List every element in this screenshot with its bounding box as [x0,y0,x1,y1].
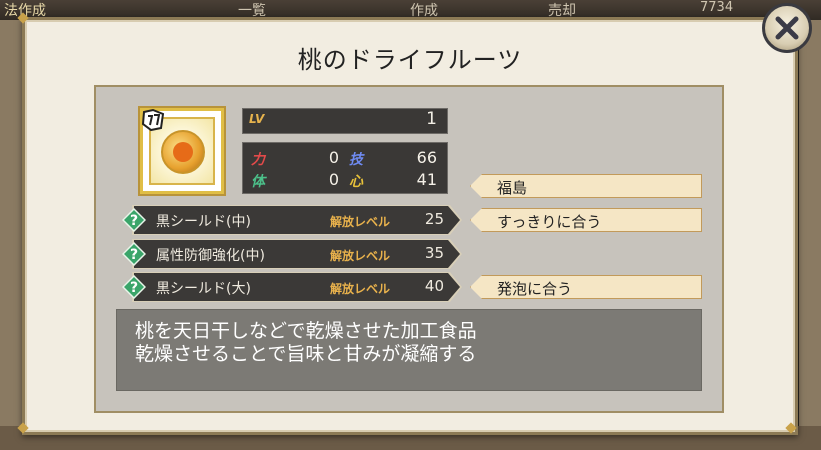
rank-badge-icon [141,108,165,132]
tag-label: すっきりに合う [497,213,602,231]
power-label: 力 [251,152,265,168]
heart-label: 心 [349,174,363,190]
heart-value: 41 [416,170,437,189]
skill-question-icon: ? [122,275,146,299]
skill-row[interactable]: ? 属性防御強化(中) 解放レベル 35 [118,240,462,268]
skill-row[interactable]: ? 黒シールド(中) 解放レベル 25 [118,206,462,234]
skill-name: 黒シールド(中) [156,214,251,230]
svg-text:?: ? [130,280,138,296]
tech-label: 技 [349,152,363,168]
power-value: 0 [328,148,339,167]
tag-pairing: すっきりに合う [470,208,702,232]
tag-label: 福島 [497,179,528,197]
body-value: 0 [328,170,339,189]
svg-text:?: ? [130,247,138,263]
skill-row[interactable]: ? 黒シールド(大) 解放レベル 40 [118,273,462,301]
skill-question-icon: ? [122,242,146,266]
level-label: LV [249,112,265,126]
skill-unlock-level: 40 [424,277,444,295]
tag-pairing: 発泡に合う [470,275,702,299]
level-value: 1 [426,109,437,129]
description-line: 乾燥させることで旨味と甘みが凝縮する [135,343,477,365]
skill-name: 黒シールド(大) [156,281,251,297]
item-description: 桃を天日干しなどで乾燥させた加工食品 乾燥させることで旨味と甘みが凝縮する [116,309,702,391]
skill-unlock-label: 解放レベル [330,215,391,229]
close-button[interactable] [762,3,812,53]
level-box: LV 1 [242,108,448,134]
tech-value: 66 [416,148,437,167]
background-coin-count: 7734 [700,0,734,15]
svg-text:?: ? [130,213,138,229]
close-x-icon [775,16,799,40]
dialog-title: 桃のドライフルーツ [297,46,523,74]
skill-question-icon: ? [122,208,146,232]
skill-unlock-label: 解放レベル [330,249,391,263]
background-left-strip [0,20,22,430]
peach-orb-icon [161,130,205,174]
background-right-strip [799,20,821,430]
stats-box: 力 0 技 66 体 0 心 41 [242,142,448,194]
skill-unlock-level: 35 [424,244,444,262]
item-icon-frame [140,108,224,194]
skill-unlock-level: 25 [424,210,444,228]
skill-unlock-label: 解放レベル [330,282,391,296]
skill-name: 属性防御強化(中) [156,248,265,264]
body-label: 体 [251,174,265,190]
peach-icon [173,142,193,162]
corner-ornament [785,422,797,434]
tag-origin: 福島 [470,174,702,198]
tag-label: 発泡に合う [497,280,573,298]
